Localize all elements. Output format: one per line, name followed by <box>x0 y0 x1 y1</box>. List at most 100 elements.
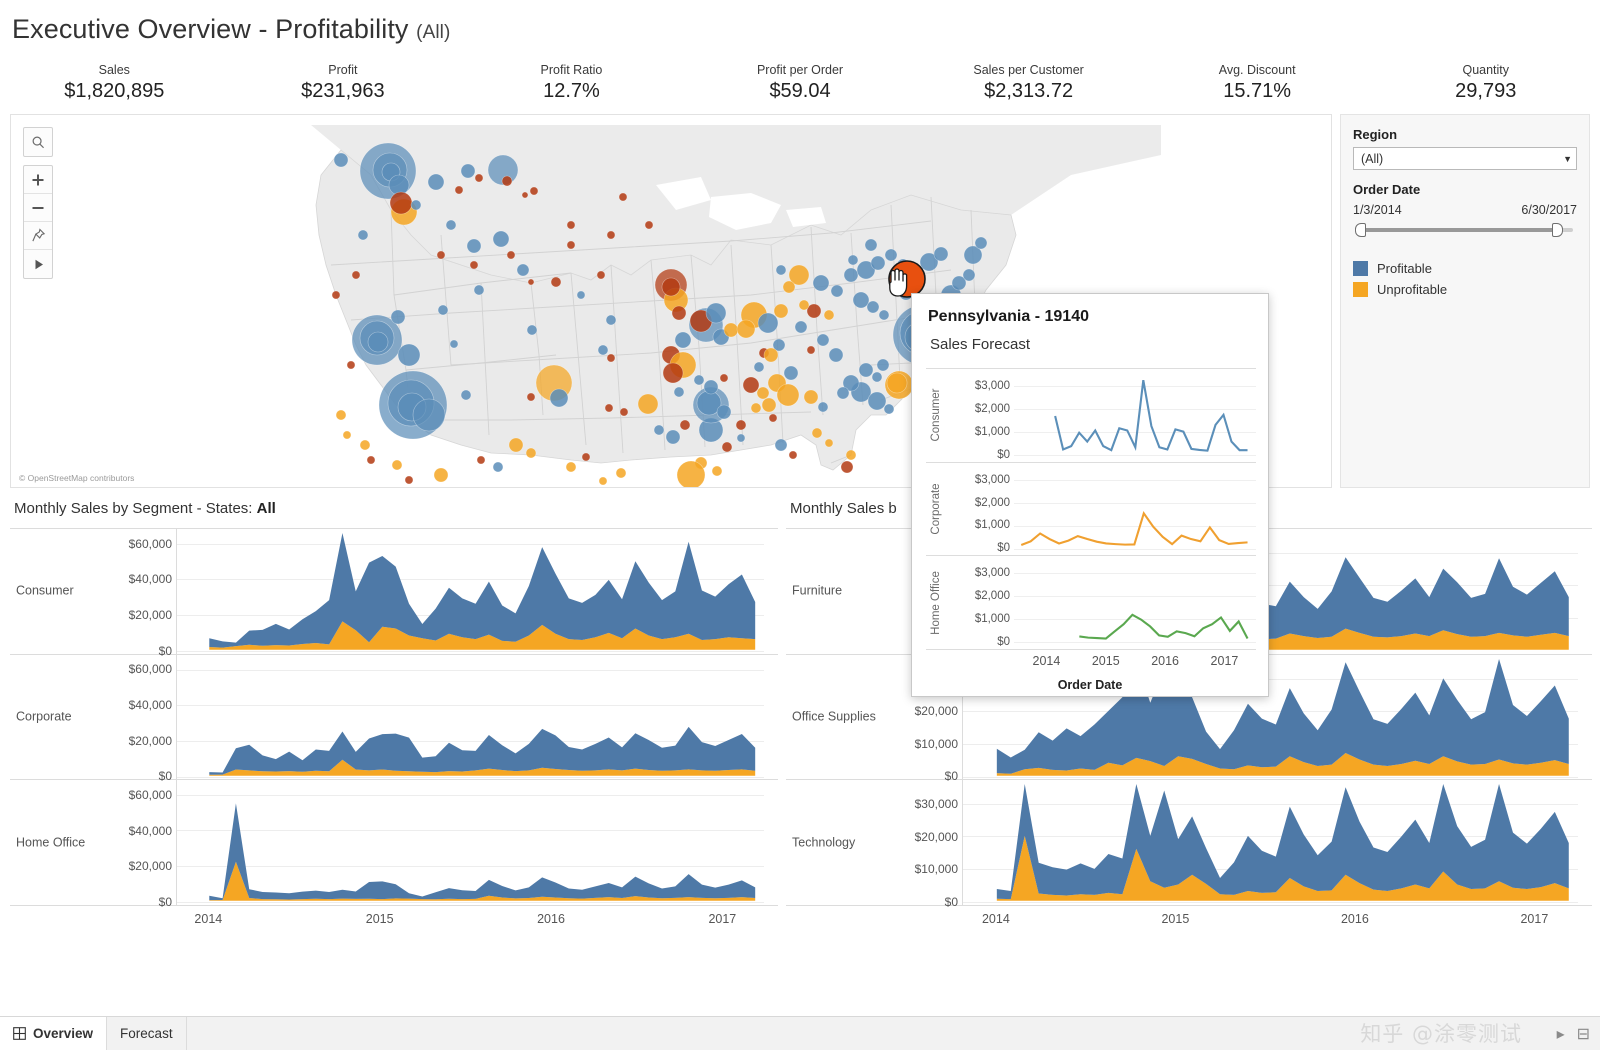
map-bubble[interactable] <box>712 466 722 476</box>
worksheet-tab-bar[interactable]: OverviewForecast ▸ ⊟ <box>0 1016 1600 1050</box>
map-bubble[interactable] <box>522 192 528 198</box>
map-bubble[interactable] <box>391 310 405 324</box>
next-tab-icon[interactable]: ▸ <box>1557 1024 1565 1044</box>
map-bubble[interactable] <box>762 398 776 412</box>
map-bubble[interactable] <box>527 325 537 335</box>
map-bubble[interactable] <box>405 476 413 484</box>
map-bubble[interactable] <box>616 468 626 478</box>
slider-handle-start[interactable] <box>1355 223 1366 237</box>
map-bubble[interactable] <box>605 404 613 412</box>
map-bubble[interactable] <box>877 359 889 371</box>
map-bubble[interactable] <box>777 384 799 406</box>
map-bubble[interactable] <box>706 303 726 323</box>
map-bubble[interactable] <box>620 408 628 416</box>
map-bubble[interactable] <box>461 164 475 178</box>
plot-area[interactable] <box>962 780 1578 905</box>
map-bubble[interactable] <box>717 405 731 419</box>
map-bubble[interactable] <box>825 439 833 447</box>
map-bubble[interactable] <box>477 456 485 464</box>
map-bubble[interactable] <box>934 247 948 261</box>
map-bubble[interactable] <box>804 390 818 404</box>
plot-area[interactable] <box>176 655 764 780</box>
map-bubble[interactable] <box>352 271 360 279</box>
zoom-in-icon[interactable] <box>24 166 52 194</box>
map-bubble[interactable] <box>722 442 732 452</box>
map-bubble[interactable] <box>694 375 704 385</box>
map-bubble[interactable] <box>367 456 375 464</box>
map-bubble[interactable] <box>666 430 680 444</box>
map-search-group[interactable] <box>23 127 53 157</box>
map-bubble[interactable] <box>470 261 478 269</box>
map-bubble[interactable] <box>677 461 705 487</box>
map-bubble[interactable] <box>527 393 535 401</box>
map-bubble[interactable] <box>598 345 608 355</box>
region-filter-dropdown[interactable]: (All) ▼ <box>1353 147 1577 170</box>
plot-area[interactable] <box>176 529 764 654</box>
map-bubble[interactable] <box>887 373 907 393</box>
map-bubble[interactable] <box>413 399 445 431</box>
map-bubble[interactable] <box>846 450 856 460</box>
map-bubble[interactable] <box>704 380 718 394</box>
map-bubble[interactable] <box>663 363 683 383</box>
map-bubble[interactable] <box>736 420 746 430</box>
map-bubble[interactable] <box>818 402 828 412</box>
map-bubble[interactable] <box>411 200 421 210</box>
map-bubble[interactable] <box>358 230 368 240</box>
map-bubble[interactable] <box>638 394 658 414</box>
map-bubble[interactable] <box>455 186 463 194</box>
map-bubble[interactable] <box>450 340 458 348</box>
map-bubble[interactable] <box>807 346 815 354</box>
map-bubble[interactable] <box>567 221 575 229</box>
slider-handle-end[interactable] <box>1552 223 1563 237</box>
map-bubble[interactable] <box>885 249 897 261</box>
tabbar-right-controls[interactable]: ▸ ⊟ <box>1557 1017 1600 1050</box>
map-bubble[interactable] <box>446 220 456 230</box>
map-bubble[interactable] <box>654 425 664 435</box>
map-bubble[interactable] <box>872 372 882 382</box>
map-bubble[interactable] <box>461 390 471 400</box>
pin-icon[interactable] <box>24 222 52 250</box>
map-bubble[interactable] <box>428 174 444 190</box>
map-bubble[interactable] <box>853 292 869 308</box>
search-icon[interactable] <box>24 128 52 156</box>
map-zoom-group[interactable] <box>23 165 53 279</box>
map-bubble[interactable] <box>360 440 370 450</box>
map-bubble[interactable] <box>754 362 764 372</box>
map-bubble[interactable] <box>751 403 761 413</box>
map-bubble[interactable] <box>795 321 807 333</box>
map-bubble[interactable] <box>577 291 585 299</box>
map-bubble[interactable] <box>662 278 680 296</box>
map-bubble[interactable] <box>517 264 529 276</box>
play-icon[interactable] <box>24 250 52 278</box>
map-bubble[interactable] <box>829 348 843 362</box>
map-bubble[interactable] <box>837 387 849 399</box>
map-bubble[interactable] <box>392 460 402 470</box>
map-bubble[interactable] <box>332 291 340 299</box>
map-bubble[interactable] <box>507 251 515 259</box>
map-bubble[interactable] <box>867 301 879 313</box>
map-bubble[interactable] <box>758 313 778 333</box>
map-bubble[interactable] <box>474 285 484 295</box>
map-bubble[interactable] <box>724 323 738 337</box>
map-bubble[interactable] <box>813 275 829 291</box>
chart-row-home-office[interactable]: Home Office$0$20,000$40,000$60,000 <box>10 780 778 906</box>
map-bubble[interactable] <box>434 468 448 482</box>
map-bubble-selected[interactable] <box>889 261 925 297</box>
map-bubble[interactable] <box>824 310 834 320</box>
map-bubble[interactable] <box>398 344 420 366</box>
map-bubble[interactable] <box>528 279 534 285</box>
map-bubble[interactable] <box>336 410 346 420</box>
map-bubble[interactable] <box>775 439 787 451</box>
map-bubble[interactable] <box>493 231 509 247</box>
map-bubble[interactable] <box>865 239 877 251</box>
map-bubble[interactable] <box>509 438 523 452</box>
map-tooltip[interactable]: Pennsylvania - 19140 Sales Forecast Cons… <box>911 293 1269 697</box>
map-bubble[interactable] <box>347 361 355 369</box>
map-bubble[interactable] <box>789 451 797 459</box>
map-bubble[interactable] <box>475 174 483 182</box>
map-bubble[interactable] <box>567 241 575 249</box>
map-bubble[interactable] <box>776 265 786 275</box>
map-bubble[interactable] <box>675 332 691 348</box>
map-bubble[interactable] <box>680 420 690 430</box>
map-bubble[interactable] <box>757 387 769 399</box>
